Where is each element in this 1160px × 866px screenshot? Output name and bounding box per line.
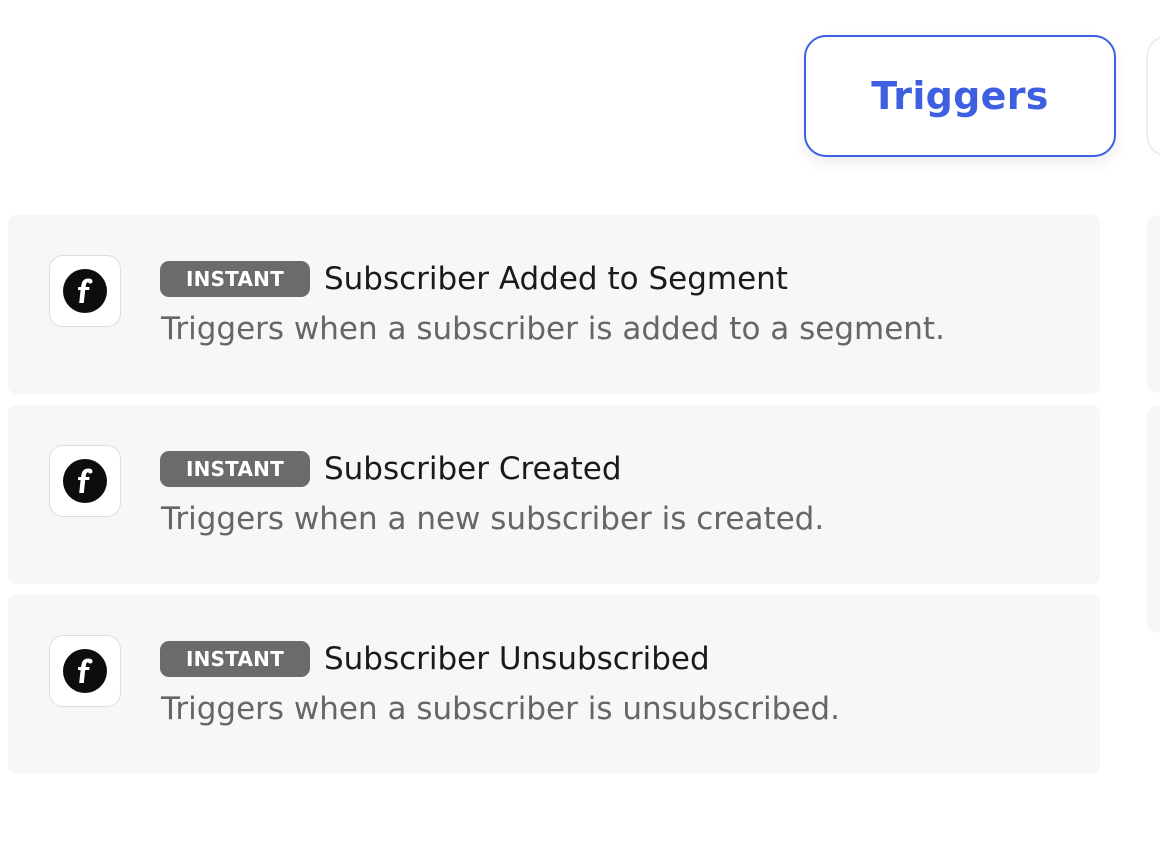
trigger-description: Triggers when a new subscriber is create… (161, 501, 825, 537)
side-card-partial[interactable] (1146, 215, 1160, 393)
tab-partially-visible[interactable] (1146, 35, 1160, 157)
trigger-title-row: INSTANT Subscriber Added to Segment (160, 259, 788, 299)
trigger-description: Triggers when a subscriber is unsubscrib… (161, 691, 840, 727)
trigger-title-row: INSTANT Subscriber Created (160, 449, 622, 489)
trigger-title: Subscriber Unsubscribed (323, 641, 710, 677)
trigger-title-row: INSTANT Subscriber Unsubscribed (160, 639, 710, 679)
side-card-partial[interactable] (1146, 405, 1160, 633)
app-logo-glyph (63, 459, 107, 503)
trigger-card[interactable]: INSTANT Subscriber Unsubscribed Triggers… (8, 595, 1100, 774)
trigger-card[interactable]: INSTANT Subscriber Created Triggers when… (8, 405, 1100, 584)
app-logo-icon (49, 635, 121, 707)
instant-badge: INSTANT (160, 451, 310, 487)
trigger-description: Triggers when a subscriber is added to a… (161, 311, 945, 347)
app-logo-glyph (63, 269, 107, 313)
tab-triggers[interactable]: Triggers (804, 35, 1116, 157)
page: Triggers INSTANT Subscriber Added to Seg… (0, 0, 1160, 866)
trigger-title: Subscriber Added to Segment (323, 261, 788, 297)
instant-badge: INSTANT (160, 261, 310, 297)
app-logo-icon (49, 445, 121, 517)
instant-badge: INSTANT (160, 641, 310, 677)
trigger-title: Subscriber Created (323, 451, 622, 487)
trigger-card[interactable]: INSTANT Subscriber Added to Segment Trig… (8, 215, 1100, 394)
app-logo-icon (49, 255, 121, 327)
app-logo-glyph (63, 649, 107, 693)
tab-triggers-label: Triggers (871, 74, 1049, 118)
